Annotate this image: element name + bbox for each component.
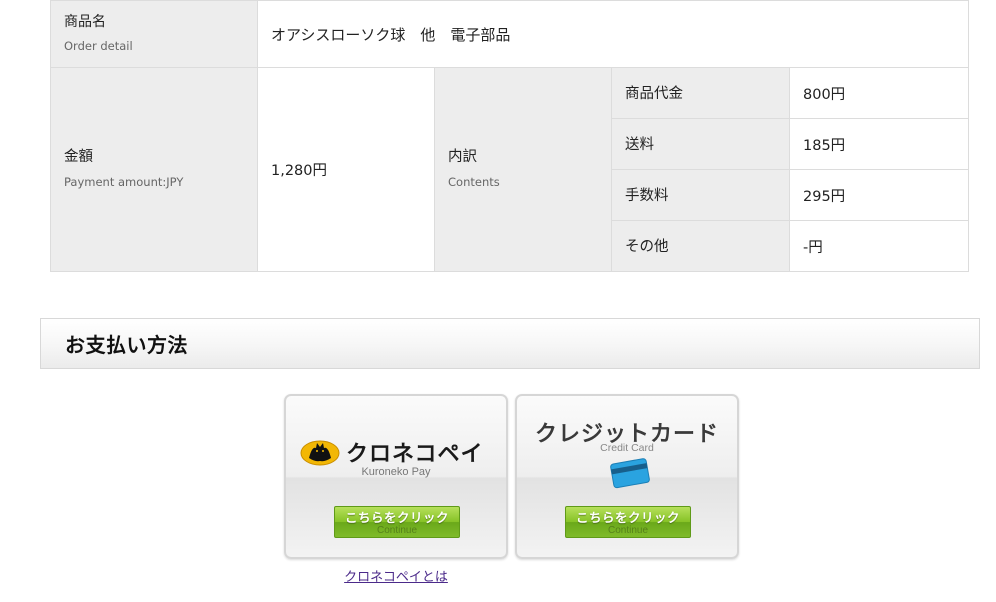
payment-method-title: お支払い方法: [65, 333, 188, 357]
kuroneko-button-sublabel: Continue: [376, 525, 418, 536]
credit-card-click-button[interactable]: こちらをクリック Continue: [565, 506, 691, 538]
breakdown-label: 商品代金: [625, 85, 683, 102]
breakdown-item-value: 800円: [788, 67, 970, 119]
breakdown-value: -円: [803, 239, 823, 256]
kuroneko-click-button[interactable]: こちらをクリック Continue: [334, 506, 460, 538]
kuroneko-button-label: こちらをクリック: [344, 510, 449, 525]
amount-header: 金額 Payment amount:JPY: [50, 67, 258, 272]
breakdown-value: 295円: [803, 188, 846, 205]
breakdown-item-value: 185円: [788, 118, 970, 170]
amount-label-jp: 金額: [64, 149, 93, 166]
breakdown-item-label: 商品代金: [611, 67, 790, 119]
breakdown-label-en: Contents: [448, 174, 500, 189]
breakdown-value: 185円: [803, 137, 846, 154]
kuroneko-pay-button[interactable]: クロネコペイ Kuroneko Pay こちらをクリック Continue: [284, 394, 508, 559]
black-cat-icon: [300, 440, 340, 466]
order-detail-label-en: Order detail: [64, 39, 133, 53]
order-table: 商品名 Order detail オアシスローソク球 他 電子部品 金額 Pay…: [50, 0, 970, 272]
kuroneko-subtitle: Kuroneko Pay: [361, 466, 431, 478]
order-detail-label-jp: 商品名: [64, 14, 106, 31]
credit-card-button[interactable]: クレジットカード Credit Card こちらをクリック Continue: [515, 394, 739, 559]
order-detail-header: 商品名 Order detail: [50, 0, 258, 68]
credit-card-subtitle: Credit Card: [600, 442, 654, 454]
breakdown-value: 800円: [803, 86, 846, 103]
amount-label-en: Payment amount:JPY: [64, 174, 184, 189]
breakdown-label-jp: 内訳: [448, 149, 477, 166]
breakdown-item-label: その他: [611, 220, 790, 272]
kuroneko-pay-info-link[interactable]: クロネコペイとは: [284, 566, 508, 585]
kuroneko-logo: クロネコペイ: [300, 436, 484, 468]
order-detail-value: オアシスローソク球 他 電子部品: [271, 25, 511, 44]
order-detail-row: 商品名 Order detail オアシスローソク球 他 電子部品: [50, 0, 970, 68]
order-detail-value-cell: オアシスローソク球 他 電子部品: [256, 0, 970, 68]
kuroneko-title: クロネコペイ: [346, 442, 484, 467]
breakdown-item-label: 手数料: [611, 169, 790, 221]
payment-method-header: お支払い方法: [40, 318, 980, 369]
breakdown-item-value: 295円: [788, 169, 970, 221]
breakdown-header: 内訳 Contents: [434, 67, 612, 272]
amount-value: 1,280円: [271, 163, 328, 179]
credit-button-label: こちらをクリック: [575, 510, 680, 525]
breakdown-label: その他: [625, 238, 669, 255]
credit-button-sublabel: Continue: [607, 525, 649, 536]
breakdown-row: 金額 Payment amount:JPY 1,280円 内訳 Contents…: [50, 67, 970, 272]
amount-value-cell: 1,280円: [257, 67, 435, 272]
breakdown-label: 送料: [625, 136, 654, 153]
credit-card-icon: [610, 458, 650, 489]
breakdown-label: 手数料: [625, 187, 669, 204]
breakdown-item-value: -円: [788, 220, 970, 272]
breakdown-item-label: 送料: [611, 118, 790, 170]
